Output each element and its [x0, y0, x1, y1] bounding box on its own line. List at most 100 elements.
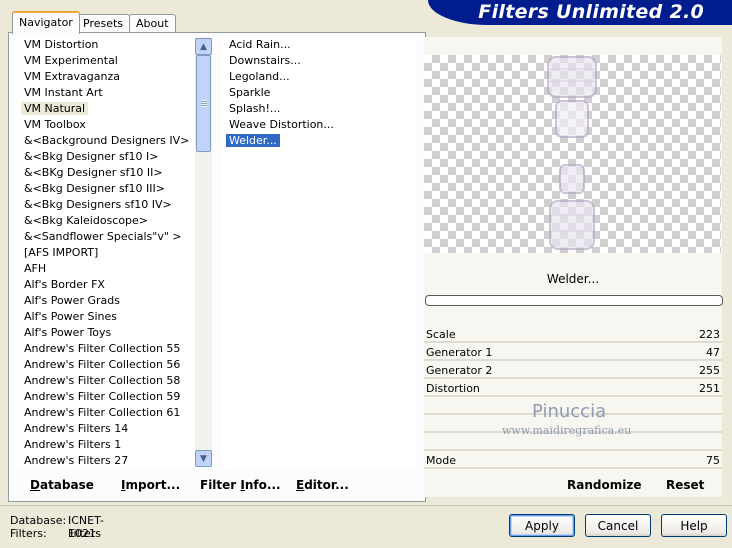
param-generator-1-track[interactable]: [424, 359, 722, 361]
scroll-down-button[interactable]: ▼: [195, 450, 212, 467]
filters-count-label: Filters:: [10, 527, 47, 540]
category-item-label: VM Instant Art: [24, 86, 103, 99]
category-item[interactable]: Alf's Power Toys: [17, 325, 195, 341]
category-item-label: Alf's Border FX: [24, 278, 105, 291]
category-item[interactable]: Alf's Power Sines: [17, 309, 195, 325]
category-item-label: Alf's Power Sines: [24, 310, 117, 323]
filter-list[interactable]: Acid Rain... Downstairs... Legoland... Spar…: [222, 37, 417, 467]
category-item-label: Andrew's Filters 27: [24, 454, 129, 467]
param-distortion[interactable]: Distortion 251: [424, 380, 722, 397]
import-label: mport...: [125, 478, 181, 492]
tab-navigator[interactable]: Navigator: [12, 11, 80, 34]
category-item[interactable]: &<Bkg Kaleidoscope>: [17, 213, 195, 229]
param-scale-track[interactable]: [424, 341, 722, 343]
tab-presets[interactable]: Presets: [76, 14, 131, 32]
category-item[interactable]: Andrew's Filter Collection 59: [17, 389, 195, 405]
category-item-label: Andrew's Filter Collection 56: [24, 358, 181, 371]
category-item-label: Andrew's Filter Collection 55: [24, 342, 181, 355]
category-item-label: VM Toolbox: [24, 118, 86, 131]
filter-item[interactable]: Weave Distortion...: [222, 117, 417, 133]
tab-about[interactable]: About: [129, 14, 176, 32]
cancel-button[interactable]: Cancel: [585, 514, 651, 537]
category-item[interactable]: &<Bkg Designer sf10 I>: [17, 149, 195, 165]
category-item[interactable]: VM Extravaganza: [17, 69, 195, 85]
category-item-label: &<Bkg Designers sf10 IV>: [24, 198, 172, 211]
filter-item-label: Acid Rain...: [229, 38, 291, 51]
editor-hotkey: E: [296, 478, 305, 492]
filter-item[interactable]: Sparkle: [222, 85, 417, 101]
filter-info-label: nfo...: [244, 478, 281, 492]
category-item[interactable]: VM Distortion: [17, 37, 195, 53]
category-item[interactable]: &<Background Designers IV>: [17, 133, 195, 149]
chevron-down-icon: ▼: [200, 453, 207, 464]
watermark-name: Pinuccia: [532, 401, 607, 422]
reset-button[interactable]: Reset: [666, 478, 704, 492]
category-scrollbar[interactable]: ▲ ▼: [195, 37, 212, 467]
category-item[interactable]: Alf's Power Grads: [17, 293, 195, 309]
category-item[interactable]: [AFS IMPORT]: [17, 245, 195, 261]
database-button[interactable]: Database: [30, 478, 94, 492]
database-info-label: Database:: [10, 514, 67, 527]
category-list[interactable]: VM Distortion VM Experimental VM Extravaga…: [17, 37, 195, 467]
filter-item[interactable]: Downstairs...: [222, 53, 417, 69]
filter-info-button[interactable]: Filter Info...: [200, 478, 281, 492]
category-item[interactable]: Andrew's Filters 27: [17, 453, 195, 469]
category-item[interactable]: Andrew's Filter Collection 61: [17, 405, 195, 421]
editor-button[interactable]: Editor...: [296, 478, 349, 492]
preview-area: [424, 55, 721, 253]
help-button[interactable]: Help: [661, 514, 727, 537]
filter-item-label: Downstairs...: [229, 54, 301, 67]
filter-item[interactable]: Legoland...: [222, 69, 417, 85]
param-distortion-track[interactable]: [424, 395, 722, 397]
scroll-thumb[interactable]: [196, 55, 211, 152]
progress-bar: [425, 295, 723, 306]
filters-count-value: 1021: [68, 527, 96, 540]
param-scale[interactable]: Scale 223: [424, 326, 722, 343]
category-item-label: Andrew's Filter Collection 58: [24, 374, 181, 387]
category-item[interactable]: AFH: [17, 261, 195, 277]
category-item[interactable]: Andrew's Filters 1: [17, 437, 195, 453]
filter-info-prefix: Filter: [200, 478, 241, 492]
param-mode-track[interactable]: [424, 467, 722, 469]
category-item[interactable]: Andrew's Filter Collection 55: [17, 341, 195, 357]
footer-divider: [0, 505, 732, 506]
category-item[interactable]: VM Natural: [17, 101, 195, 117]
category-item[interactable]: &<Sandflower Specials"v" >: [17, 229, 195, 245]
category-item[interactable]: Andrew's Filters 14: [17, 421, 195, 437]
category-item[interactable]: VM Toolbox: [17, 117, 195, 133]
filter-item[interactable]: Splash!...: [222, 101, 417, 117]
category-item[interactable]: Andrew's Filter Collection 56: [17, 357, 195, 373]
param-generator-1[interactable]: Generator 1 47: [424, 344, 722, 361]
category-item-label: Andrew's Filters 1: [24, 438, 122, 451]
import-button[interactable]: Import...: [121, 478, 180, 492]
param-generator-2-track[interactable]: [424, 377, 722, 379]
category-item-label: VM Extravaganza: [24, 70, 121, 83]
category-item[interactable]: Andrew's Filter Collection 58: [17, 373, 195, 389]
category-item[interactable]: &<Bkg Designer sf10 III>: [17, 181, 195, 197]
app-title: Filters Unlimited 2.0: [478, 1, 704, 23]
category-item-label: VM Distortion: [24, 38, 99, 51]
category-item-label: AFH: [24, 262, 47, 275]
category-item-label: Alf's Power Grads: [24, 294, 120, 307]
randomize-button[interactable]: Randomize: [567, 478, 641, 492]
param-mode[interactable]: Mode 75: [424, 452, 722, 469]
chevron-up-icon: ▲: [200, 41, 207, 52]
param-generator-2[interactable]: Generator 2 255: [424, 362, 722, 379]
category-item-label: Andrew's Filter Collection 59: [24, 390, 181, 403]
category-item-label: &<Bkg Kaleidoscope>: [24, 214, 149, 227]
apply-button[interactable]: Apply: [509, 514, 575, 537]
category-item[interactable]: &<BKg Designer sf10 II>: [17, 165, 195, 181]
scroll-up-button[interactable]: ▲: [195, 38, 212, 55]
category-item[interactable]: &<Bkg Designers sf10 IV>: [17, 197, 195, 213]
filter-name-label: Welder...: [546, 272, 600, 286]
category-item-label: &<BKg Designer sf10 II>: [24, 166, 163, 179]
preview-image: [547, 56, 597, 250]
database-label: atabase: [39, 478, 94, 492]
filter-item[interactable]: Welder...: [222, 133, 417, 149]
category-item[interactable]: VM Instant Art: [17, 85, 195, 101]
category-item-label: VM Experimental: [24, 54, 118, 67]
filter-item[interactable]: Acid Rain...: [222, 37, 417, 53]
category-item-label: Andrew's Filter Collection 61: [24, 406, 181, 419]
category-item[interactable]: Alf's Border FX: [17, 277, 195, 293]
category-item[interactable]: VM Experimental: [17, 53, 195, 69]
